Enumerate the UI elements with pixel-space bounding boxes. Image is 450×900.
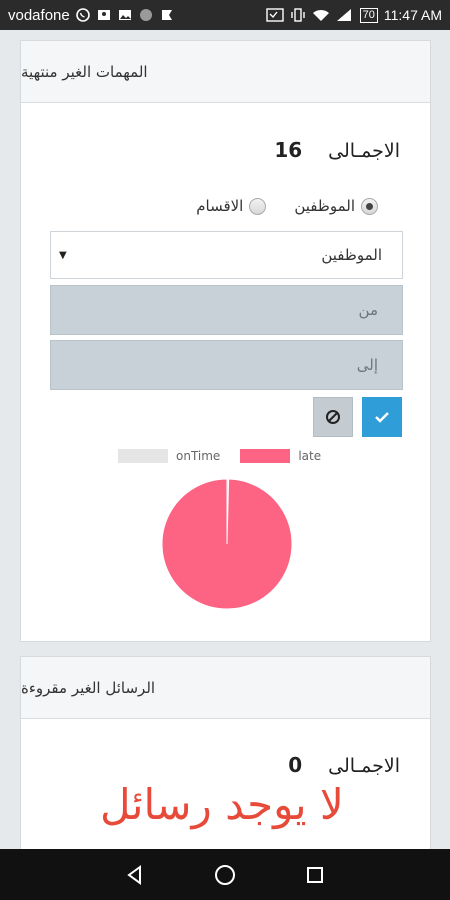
apply-filter-button[interactable] bbox=[362, 397, 402, 437]
from-placeholder: من bbox=[358, 301, 378, 319]
tasks-pie-chart bbox=[162, 479, 292, 609]
home-button[interactable] bbox=[213, 863, 237, 887]
signal-icon bbox=[336, 9, 351, 21]
clock: 11:47 AM bbox=[383, 7, 442, 23]
legend-swatch-ontime bbox=[118, 449, 168, 463]
unfinished-tasks-card: المهمات الغير منتهية الاجمـالى 16 الموظف… bbox=[20, 40, 431, 642]
total-value: 0 bbox=[288, 753, 303, 777]
to-placeholder: إلى bbox=[356, 356, 378, 374]
whatsapp-icon bbox=[75, 8, 90, 22]
total-label: الاجمـالى bbox=[328, 140, 400, 162]
battery-icon: 70 bbox=[359, 7, 378, 23]
legend-label-late: late bbox=[298, 449, 322, 463]
card-header: الرسائل الغير مقروءة bbox=[21, 657, 430, 719]
card-header: المهمات الغير منتهية bbox=[21, 41, 430, 103]
total-row: الاجمـالى 0 bbox=[288, 753, 400, 777]
recents-button[interactable] bbox=[303, 863, 327, 887]
radio-departments-label: الاقسام bbox=[196, 197, 244, 215]
legend-swatch-late bbox=[240, 449, 291, 463]
employee-select[interactable]: الموظفين ▼ bbox=[50, 231, 403, 279]
radio-button-checked[interactable] bbox=[361, 197, 378, 215]
wifi-icon bbox=[312, 9, 329, 21]
map-icon bbox=[97, 10, 110, 20]
radio-departments[interactable]: الاقسام bbox=[196, 197, 267, 215]
dropdown-caret-icon: ▼ bbox=[59, 250, 67, 261]
flag-icon bbox=[161, 10, 172, 20]
total-value: 16 bbox=[274, 138, 303, 162]
vibrate-icon bbox=[290, 8, 305, 22]
legend-label-ontime: onTime bbox=[176, 449, 221, 463]
ban-icon bbox=[326, 410, 340, 424]
total-label: الاجمـالى bbox=[328, 755, 400, 777]
no-messages-text: لا يوجد رسائل bbox=[100, 780, 344, 829]
total-row: الاجمـالى 16 bbox=[274, 138, 400, 162]
radio-employees[interactable]: الموظفين bbox=[294, 197, 378, 215]
card-title: الرسائل الغير مقروءة bbox=[21, 678, 156, 697]
cast-icon bbox=[265, 8, 284, 22]
select-value: الموظفين bbox=[321, 246, 382, 264]
radio-employees-label: الموظفين bbox=[294, 197, 355, 215]
clear-filter-button[interactable] bbox=[313, 397, 353, 437]
to-date-field[interactable]: إلى bbox=[50, 340, 403, 390]
from-date-field[interactable]: من bbox=[50, 285, 403, 335]
navigation-bar bbox=[0, 849, 450, 900]
home-icon bbox=[215, 864, 235, 885]
carrier-name: vodafone bbox=[8, 6, 70, 24]
radio-button-unchecked[interactable] bbox=[249, 197, 267, 215]
check-icon bbox=[375, 412, 389, 423]
pie-slice-late bbox=[162, 479, 292, 609]
circle-icon bbox=[139, 9, 152, 21]
back-icon bbox=[127, 864, 141, 885]
image-icon bbox=[118, 10, 131, 20]
status-bar: vodafone 70 11:47 AM bbox=[0, 0, 450, 30]
back-button[interactable] bbox=[123, 863, 147, 887]
recents-icon bbox=[307, 866, 323, 883]
filter-type-radio-group: الموظفين الاقسام bbox=[196, 197, 378, 215]
chart-legend: onTime late bbox=[118, 449, 321, 463]
card-title: المهمات الغير منتهية bbox=[21, 62, 148, 81]
